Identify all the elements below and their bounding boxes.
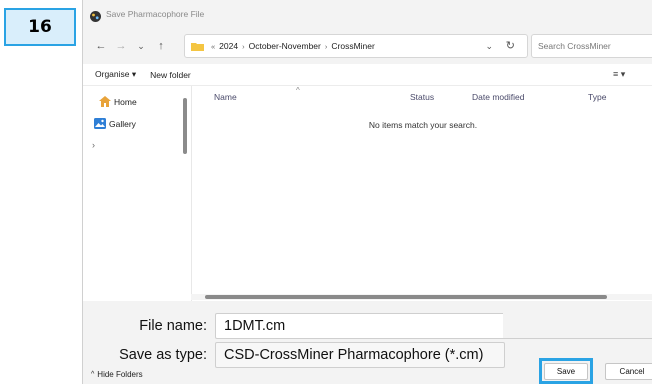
- breadcrumb-october-november[interactable]: October-November: [249, 41, 321, 51]
- save-form-panel: File name: Save as type: CSD-CrossMiner …: [83, 301, 652, 384]
- folder-icon: [191, 42, 204, 51]
- up-arrow-icon[interactable]: ↑: [153, 38, 169, 54]
- save-as-type-label: Save as type:: [119, 347, 207, 363]
- empty-results-message: No items match your search.: [368, 120, 478, 130]
- navigation-pane: Home Gallery ›: [83, 86, 191, 301]
- breadcrumb-crossminer[interactable]: CrossMiner: [331, 41, 374, 51]
- command-toolbar: Organise ▾ New folder ≡ ▾: [83, 64, 652, 86]
- hide-folders-toggle[interactable]: ^ Hide Folders: [91, 370, 143, 379]
- expand-chevron-icon[interactable]: ›: [92, 140, 95, 150]
- step-number-badge: 16: [4, 8, 76, 46]
- refresh-icon[interactable]: ↻: [506, 39, 515, 52]
- column-header-status[interactable]: Status: [410, 92, 434, 102]
- file-list: Name ^ Status Date modified Type No item…: [191, 86, 652, 301]
- save-button[interactable]: Save: [544, 363, 588, 380]
- view-options-icon[interactable]: ≡ ▾: [613, 69, 625, 80]
- breadcrumb-overflow[interactable]: «: [211, 42, 215, 51]
- back-arrow-icon[interactable]: ←: [93, 38, 109, 54]
- app-icon: [90, 9, 101, 22]
- breadcrumb-2024[interactable]: 2024: [219, 41, 238, 51]
- organise-menu-button[interactable]: Organise ▾: [95, 69, 136, 80]
- navigation-bar: ← → ⌄ ↑ « 2024 › October-November › Cros…: [83, 28, 652, 64]
- sidebar-scrollbar[interactable]: [183, 98, 187, 154]
- hide-folders-label: Hide Folders: [97, 370, 143, 379]
- horizontal-scrollbar[interactable]: [191, 294, 652, 300]
- sidebar-item-gallery[interactable]: Gallery: [94, 118, 136, 129]
- save-file-dialog: Save Pharmacophore File ← → ⌄ ↑ « 2024 ›…: [82, 0, 652, 384]
- forward-arrow-icon[interactable]: →: [113, 38, 129, 54]
- gallery-icon: [94, 118, 106, 129]
- cancel-button[interactable]: Cancel: [605, 363, 652, 380]
- sidebar-item-label: Gallery: [109, 118, 136, 129]
- breadcrumb-separator: ›: [324, 41, 328, 51]
- sort-indicator-icon: ^: [296, 86, 300, 95]
- new-folder-button[interactable]: New folder: [150, 70, 191, 80]
- address-bar[interactable]: « 2024 › October-November › CrossMiner ⌄…: [184, 34, 528, 58]
- column-header-type[interactable]: Type: [588, 92, 606, 102]
- search-input[interactable]: Search CrossMiner: [531, 34, 652, 58]
- sidebar-item-home[interactable]: Home: [99, 96, 137, 107]
- chevron-up-icon: ^: [91, 371, 95, 378]
- home-icon: [99, 96, 111, 107]
- window-title: Save Pharmacophore File: [106, 9, 205, 19]
- title-bar: Save Pharmacophore File: [83, 0, 652, 28]
- file-name-label: File name:: [139, 318, 207, 334]
- save-as-type-select[interactable]: CSD-CrossMiner Pharmacophore (*.cm): [215, 342, 505, 368]
- column-header-date-modified[interactable]: Date modified: [472, 92, 524, 102]
- column-header-name[interactable]: Name: [214, 92, 237, 102]
- file-name-input[interactable]: [215, 313, 505, 339]
- file-name-field-extension: [503, 313, 652, 339]
- breadcrumb-separator: ›: [242, 41, 245, 51]
- recent-locations-chevron-icon[interactable]: ⌄: [133, 38, 149, 54]
- scrollbar-thumb[interactable]: [205, 295, 607, 299]
- address-dropdown-chevron-icon[interactable]: ⌄: [485, 41, 493, 52]
- sidebar-item-label: Home: [114, 96, 137, 107]
